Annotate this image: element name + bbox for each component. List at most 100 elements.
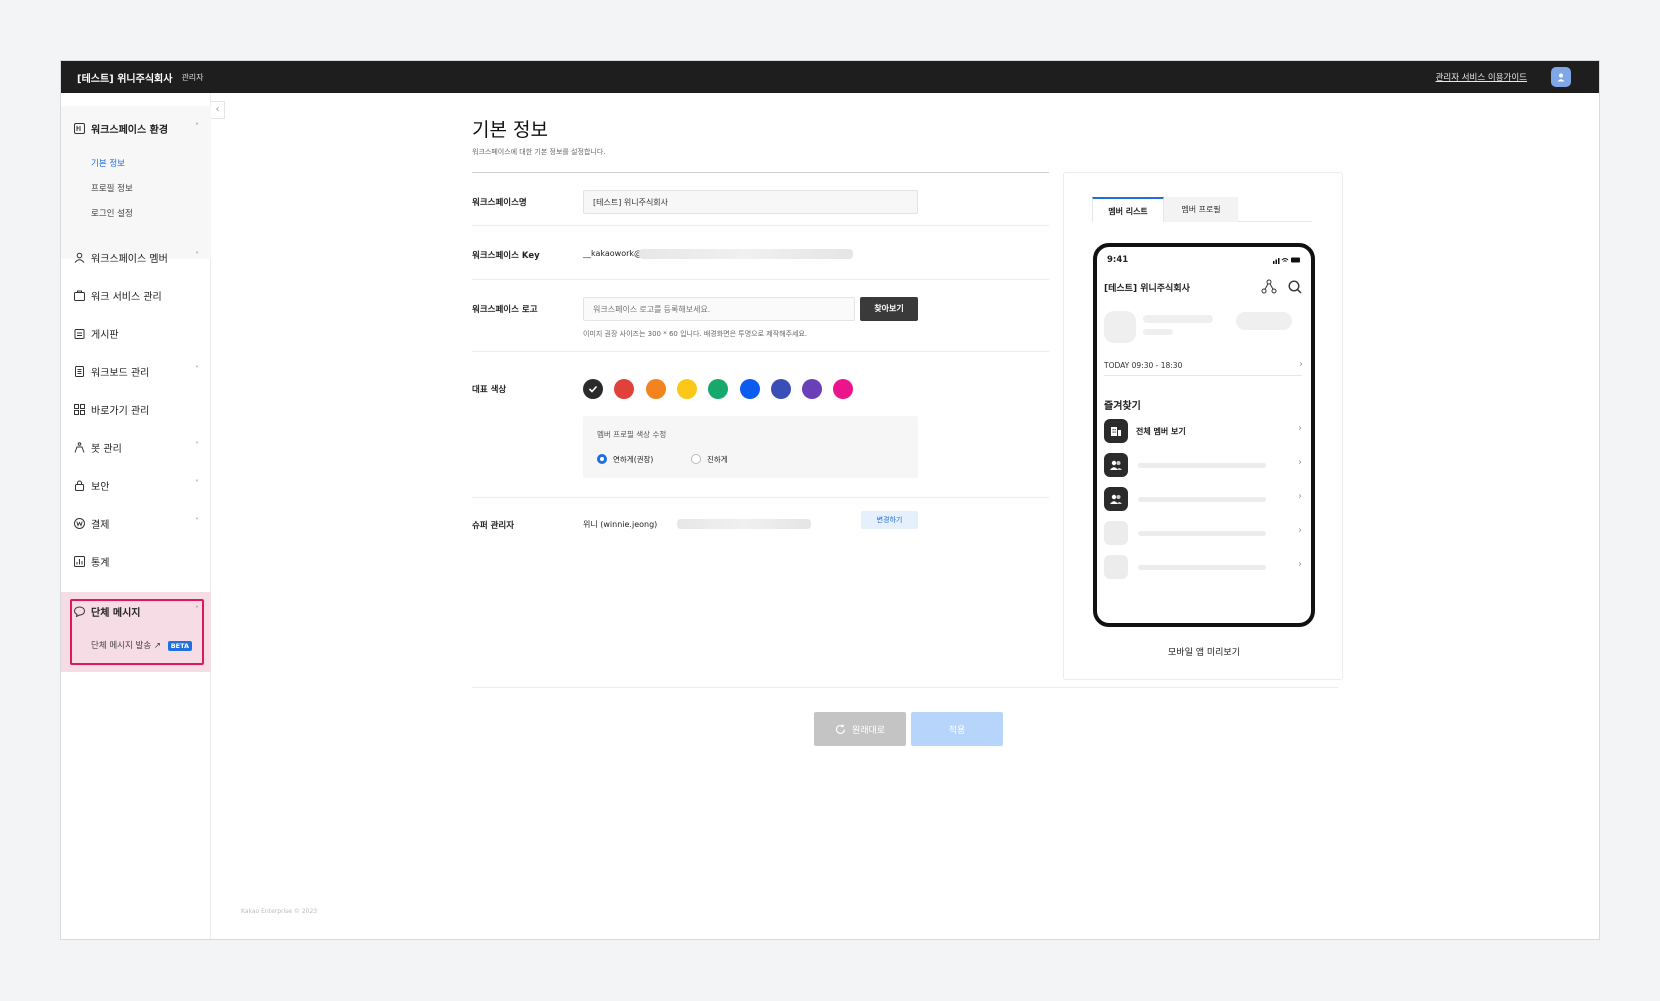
change-admin-button[interactable]: 변경하기 bbox=[861, 511, 918, 529]
chevron-right-icon: › bbox=[1298, 457, 1302, 468]
chevron-down-icon: ˅ bbox=[195, 479, 199, 488]
preview-tabs: 멤버 리스트 멤버 프로필 bbox=[1092, 197, 1312, 222]
admin-guide-link[interactable]: 관리자 서비스 이용가이드 bbox=[1436, 71, 1527, 83]
bot-icon bbox=[73, 441, 85, 453]
masked-email bbox=[677, 519, 811, 529]
sidebar-item-payment[interactable]: 결제 ˅ bbox=[73, 513, 199, 533]
chevron-right-icon: › bbox=[1298, 423, 1302, 434]
sidebar-item-group-message[interactable]: 단체 메시지 ˄ bbox=[73, 601, 199, 621]
divider bbox=[472, 687, 1338, 688]
page-description: 워크스페이스에 대한 기본 정보를 설정합니다. bbox=[472, 148, 606, 156]
chevron-right-icon: › bbox=[1298, 525, 1302, 536]
sidebar-item-security[interactable]: 보안 ˅ bbox=[73, 475, 199, 495]
radio-dark[interactable] bbox=[691, 454, 701, 464]
browse-button[interactable]: 찾아보기 bbox=[860, 297, 918, 321]
person-icon bbox=[73, 251, 85, 263]
sidebar-subitem-login-settings[interactable]: 로그인 설정 bbox=[91, 207, 133, 219]
sidebar-item-shortcuts[interactable]: 바로가기 관리 bbox=[73, 399, 199, 419]
apply-button[interactable]: 적용 bbox=[911, 712, 1003, 746]
phone-mockup: 9:41 [테스트] 위니주식회사 TODAY 09:30 - 18:30 › … bbox=[1093, 243, 1315, 627]
external-link-icon: ↗ bbox=[153, 641, 161, 651]
color-swatch[interactable] bbox=[614, 379, 635, 399]
radio-light[interactable] bbox=[597, 454, 607, 464]
workspace-key-label: 워크스페이스 Key bbox=[472, 251, 540, 261]
chevron-down-icon: ˅ bbox=[195, 251, 199, 260]
reset-button-label: 원래대로 bbox=[851, 725, 886, 736]
profile-color-box: 멤버 프로필 색상 수정 연하게(권장) 진하게 bbox=[583, 416, 918, 478]
clipboard-icon bbox=[73, 327, 85, 339]
check-icon bbox=[588, 385, 598, 393]
radio-dark-label[interactable]: 진하게 bbox=[707, 454, 728, 465]
sidebar-item-work-service[interactable]: 워크 서비스 관리 bbox=[73, 285, 199, 305]
sidebar-subitem-group-message-send[interactable]: 단체 메시지 발송 ↗ BETA bbox=[91, 639, 193, 651]
org-chart-icon bbox=[1261, 279, 1277, 295]
signal-battery-icon bbox=[1273, 257, 1300, 264]
color-swatch[interactable] bbox=[645, 379, 666, 399]
color-swatch[interactable] bbox=[802, 379, 823, 399]
color-swatch[interactable] bbox=[676, 379, 697, 399]
super-admin-value: 위니 (winnie.jeong) bbox=[583, 520, 658, 529]
refresh-icon bbox=[835, 724, 845, 734]
document-icon bbox=[73, 365, 85, 377]
color-swatch[interactable] bbox=[770, 379, 791, 399]
divider bbox=[472, 225, 1049, 226]
divider bbox=[472, 497, 1049, 498]
sidebar-item-workboard[interactable]: 워크보드 관리 ˅ bbox=[73, 361, 199, 381]
divider bbox=[472, 172, 1049, 173]
color-swatch[interactable] bbox=[708, 379, 729, 399]
color-swatch[interactable] bbox=[583, 379, 603, 399]
workspace-key-value: __kakaowork@ bbox=[583, 249, 643, 258]
favorite-label: 전체 멤버 보기 bbox=[1136, 426, 1186, 436]
chevron-right-icon: › bbox=[1299, 359, 1303, 370]
sidebar-item-board[interactable]: 게시판 bbox=[73, 323, 199, 343]
label-placeholder bbox=[1138, 530, 1266, 536]
sidebar-item-label: 통계 bbox=[91, 557, 110, 569]
tab-member-list[interactable]: 멤버 리스트 bbox=[1092, 197, 1164, 222]
group-icon bbox=[1104, 453, 1128, 477]
tab-member-profile[interactable]: 멤버 프로필 bbox=[1164, 197, 1238, 222]
sidebar-item-label: 워크 서비스 관리 bbox=[91, 291, 162, 303]
color-swatch[interactable] bbox=[833, 379, 854, 399]
icon-placeholder bbox=[1104, 555, 1128, 579]
sidebar-item-label: 워크스페이스 환경 bbox=[91, 124, 169, 136]
sidebar-item-stats[interactable]: 통계 bbox=[73, 551, 199, 571]
favorite-all-members: 전체 멤버 보기 › bbox=[1104, 419, 1302, 443]
sidebar-item-members[interactable]: 워크스페이스 멤버 ˅ bbox=[73, 247, 199, 267]
chevron-down-icon: ˅ bbox=[195, 517, 199, 526]
workspace-logo-input[interactable] bbox=[583, 297, 855, 321]
sidebar-item-bots[interactable]: 봇 관리 ˅ bbox=[73, 437, 199, 457]
status-icons bbox=[1273, 256, 1301, 266]
label-placeholder bbox=[1138, 462, 1266, 468]
search-icon bbox=[1287, 279, 1303, 295]
chevron-right-icon: › bbox=[1298, 559, 1302, 570]
sidebar-subitem-basic-info[interactable]: 기본 정보 bbox=[91, 157, 125, 169]
chevron-right-icon: › bbox=[1298, 491, 1302, 502]
sidebar-subitem-profile-info[interactable]: 프로필 정보 bbox=[91, 182, 133, 194]
divider bbox=[472, 279, 1049, 280]
page-title: 기본 정보 bbox=[472, 119, 548, 141]
group-icon bbox=[1104, 487, 1128, 511]
divider bbox=[472, 351, 1049, 352]
sidebar-item-workspace-env[interactable]: 워크스페이스 환경 ˄ bbox=[73, 118, 199, 138]
user-avatar[interactable] bbox=[1551, 67, 1571, 87]
sidebar-item-label: 워크스페이스 멤버 bbox=[91, 253, 168, 265]
profile-color-title: 멤버 프로필 색상 수정 bbox=[597, 430, 667, 439]
main-content: 기본 정보 워크스페이스에 대한 기본 정보를 설정합니다. 워크스페이스명 [… bbox=[211, 93, 1599, 939]
radio-light-label[interactable]: 연하게(권장) bbox=[613, 454, 653, 465]
workspace-brand[interactable]: [테스트] 위니주식회사 bbox=[77, 70, 172, 85]
phone-time: 9:41 bbox=[1107, 255, 1129, 265]
reset-button[interactable]: 원래대로 bbox=[814, 712, 906, 746]
sidebar-item-label: 결제 bbox=[91, 519, 110, 531]
color-swatch[interactable] bbox=[739, 379, 760, 399]
favorite-row: › bbox=[1104, 487, 1302, 511]
favorite-row: › bbox=[1104, 555, 1302, 579]
masked-key bbox=[639, 249, 853, 259]
icon-placeholder bbox=[1104, 521, 1128, 545]
lock-icon bbox=[73, 479, 85, 491]
sidebar: 워크스페이스 환경 ˄ 기본 정보 프로필 정보 로그인 설정 워크스페이스 멤… bbox=[61, 93, 211, 939]
bar-chart-icon bbox=[73, 555, 85, 567]
workspace-name-input[interactable]: [테스트] 위니주식회사 bbox=[583, 190, 918, 214]
sidebar-item-label: 워크보드 관리 bbox=[91, 367, 150, 379]
mobile-preview-card: 멤버 리스트 멤버 프로필 9:41 [테스트] 위니주식회사 TODAY 09… bbox=[1063, 172, 1343, 680]
user-icon bbox=[1557, 73, 1565, 82]
